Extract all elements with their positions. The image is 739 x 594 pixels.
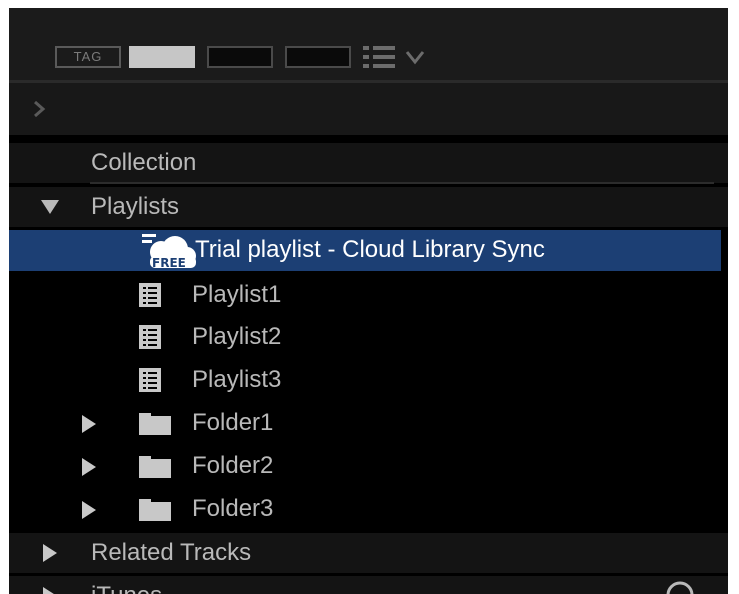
- free-badge-text: FREE: [152, 256, 186, 270]
- tree-item-collection[interactable]: Collection: [9, 143, 728, 183]
- tree-item-folder3[interactable]: Folder3: [9, 489, 721, 529]
- tree-item-related-tracks[interactable]: Related Tracks: [9, 533, 728, 573]
- tree-item-trial-playlist[interactable]: FREE Trial playlist - Cloud Library Sync: [9, 230, 721, 271]
- playlist-icon: [139, 368, 161, 392]
- tree-item-label: Playlists: [91, 193, 180, 220]
- tree-item-playlists[interactable]: Playlists: [9, 187, 728, 227]
- browser-panel: TAG Collection Playlists FREE Trial play…: [0, 0, 739, 594]
- color-swatch-light[interactable]: [129, 46, 195, 68]
- tree-item-playlist2[interactable]: Playlist2: [9, 317, 721, 357]
- tree-item-label: Playlist3: [192, 366, 282, 393]
- breadcrumb: [9, 83, 728, 135]
- frame-right: [728, 0, 739, 594]
- tree-item-label: Collection: [91, 149, 197, 176]
- playlist-icon: [139, 283, 161, 307]
- tree-item-label: Folder3: [192, 495, 274, 522]
- tree-item-folder1[interactable]: Folder1: [9, 403, 721, 443]
- playlist-icon: [139, 325, 161, 349]
- color-swatch-dark-1[interactable]: [207, 46, 273, 68]
- color-swatch-dark-2[interactable]: [285, 46, 351, 68]
- tag-button[interactable]: TAG: [55, 46, 121, 68]
- tree-item-label: Trial playlist - Cloud Library Sync: [195, 236, 545, 263]
- triangle-right-icon[interactable]: [42, 587, 58, 594]
- triangle-right-icon[interactable]: [81, 458, 97, 476]
- tree-item-playlist3[interactable]: Playlist3: [9, 360, 721, 400]
- chevron-down-icon[interactable]: [405, 46, 425, 68]
- tree-item-label: Playlist1: [192, 281, 282, 308]
- toolbar: TAG: [9, 8, 728, 80]
- triangle-right-icon[interactable]: [42, 544, 58, 562]
- divider: [90, 182, 714, 184]
- tree-item-folder2[interactable]: Folder2: [9, 446, 721, 486]
- cloud-free-icon: FREE: [142, 234, 196, 270]
- tree-item-label: Playlist2: [192, 323, 282, 350]
- frame-left: [0, 0, 9, 594]
- folder-icon: [139, 413, 171, 435]
- triangle-down-icon[interactable]: [41, 199, 59, 215]
- tree-item-label: Folder2: [192, 452, 274, 479]
- info-icon[interactable]: [665, 580, 695, 594]
- frame-top: [0, 0, 739, 8]
- triangle-right-icon[interactable]: [81, 415, 97, 433]
- tree-item-label: Folder1: [192, 409, 274, 436]
- list-view-icon[interactable]: [363, 44, 397, 70]
- tree-item-label: Related Tracks: [91, 539, 252, 566]
- folder-icon: [139, 499, 171, 521]
- triangle-right-icon[interactable]: [81, 501, 97, 519]
- folder-icon: [139, 456, 171, 478]
- chevron-right-icon[interactable]: [32, 99, 46, 119]
- tree-item-itunes[interactable]: iTunes: [9, 576, 728, 594]
- tree-item-label: iTunes: [91, 576, 162, 594]
- tree-item-playlist1[interactable]: Playlist1: [9, 275, 721, 315]
